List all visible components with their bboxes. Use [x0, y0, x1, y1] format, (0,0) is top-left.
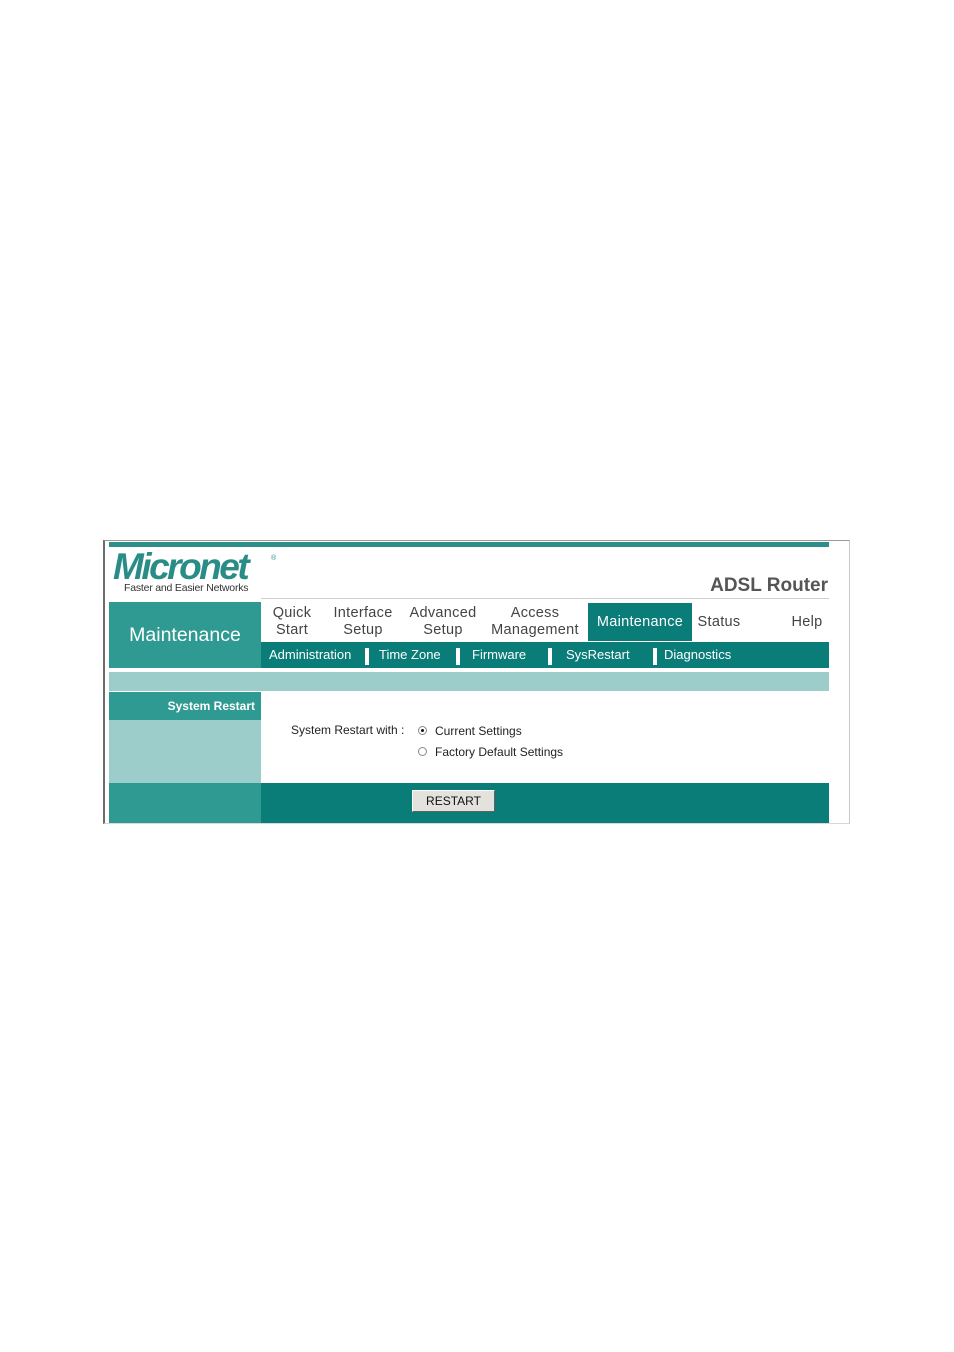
tab-advanced-setup[interactable]: Advanced Setup [404, 603, 482, 641]
footer-action-bar [261, 783, 829, 823]
tab-label-line1: Access [510, 605, 560, 621]
option-factory-default-label: Factory Default Settings [435, 745, 564, 759]
tab-maintenance[interactable]: Maintenance [588, 603, 692, 641]
radio-current-settings[interactable] [418, 726, 427, 735]
spacer-band [109, 672, 829, 691]
subnav-administration[interactable]: Administration [269, 642, 351, 668]
router-admin-window: Micronet ® Faster and Easier Networks AD… [103, 540, 850, 824]
sub-navigation: Administration Time Zone Firmware SysRes… [261, 642, 829, 668]
tab-label-line1: Status [697, 613, 741, 630]
radio-factory-default-settings[interactable] [418, 747, 427, 756]
subnav-separator [548, 648, 552, 665]
subnav-firmware[interactable]: Firmware [472, 642, 526, 668]
registered-mark: ® [271, 555, 277, 562]
radio-selected-dot [421, 729, 424, 732]
tab-status[interactable]: Status [693, 603, 745, 641]
micronet-logo: Micronet ® Faster and Easier Networks [113, 547, 283, 595]
panel-sidebar [109, 720, 261, 783]
subnav-diagnostics[interactable]: Diagnostics [664, 642, 731, 668]
logo-wordmark: Micronet [113, 546, 250, 587]
tab-access-management[interactable]: Access Management [485, 603, 585, 641]
tab-label-line2: Setup [423, 622, 463, 638]
tab-label-line2: Management [491, 622, 579, 638]
option-current-settings-label: Current Settings [435, 724, 522, 738]
subnav-separator [365, 648, 369, 665]
restart-button[interactable]: RESTART [412, 790, 495, 812]
subnav-sysrestart[interactable]: SysRestart [566, 642, 630, 668]
tab-label-line1: Quick [272, 605, 312, 621]
section-title: Maintenance [109, 602, 261, 668]
tab-label-line1: Help [791, 613, 823, 630]
restart-with-label: System Restart with : [291, 723, 405, 737]
logo-tagline: Faster and Easier Networks [124, 582, 249, 594]
subnav-time-zone[interactable]: Time Zone [379, 642, 441, 668]
tab-quick-start[interactable]: Quick Start [261, 603, 323, 641]
tab-interface-setup[interactable]: Interface Setup [327, 603, 399, 641]
tab-label-line2: Start [275, 622, 309, 638]
footer-left-block [109, 783, 261, 823]
panel-heading: System Restart [109, 692, 261, 720]
subnav-separator [653, 648, 657, 665]
product-name: ADSL Router [710, 575, 828, 596]
tab-label-line1: Interface [333, 605, 393, 621]
tab-label-line1: Advanced [409, 605, 477, 621]
tab-label-line2: Setup [343, 622, 383, 638]
subnav-separator [456, 648, 460, 665]
header-divider [261, 598, 829, 599]
tab-label-line1: Maintenance [596, 613, 684, 630]
tab-help[interactable]: Help [785, 603, 829, 641]
